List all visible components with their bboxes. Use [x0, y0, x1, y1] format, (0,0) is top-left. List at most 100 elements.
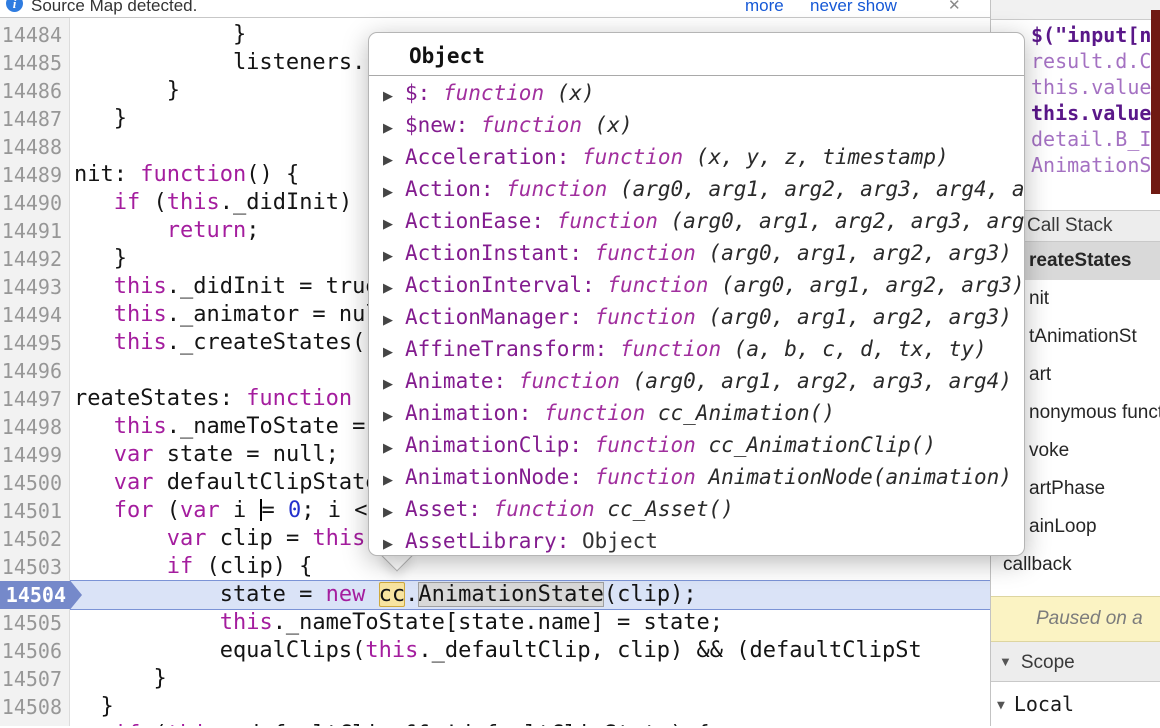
code-segment: this [113, 274, 167, 299]
scope-local-row[interactable]: ▼ Local [991, 682, 1160, 726]
line-number[interactable]: 14495 [0, 329, 70, 357]
function-keyword: function [594, 241, 709, 265]
line-number[interactable]: 14485 [0, 49, 70, 77]
code-text: if (clip) { [70, 553, 990, 581]
chevron-right-icon[interactable]: ▶ [383, 304, 405, 333]
code-line[interactable]: 14504 state = new cc.AnimationState(clip… [0, 581, 990, 609]
property-name: AnimationClip: [405, 433, 595, 457]
code-segment: var [166, 526, 207, 551]
code-text: } [70, 693, 990, 721]
line-number[interactable]: 14489 [0, 161, 70, 189]
object-property-row[interactable]: ▶ AffineTransform: function (a, b, c, d, … [369, 333, 1024, 365]
chevron-right-icon[interactable]: ▶ [383, 112, 405, 141]
object-property-row[interactable]: ▶ ActionInterval: function (arg0, arg1, a… [369, 269, 1024, 301]
object-property-row[interactable]: ▶ AssetLibrary: Object [369, 525, 1024, 555]
chevron-right-icon[interactable]: ▶ [383, 80, 405, 109]
object-property-row[interactable]: ▶ $: function (x) [369, 77, 1024, 109]
scope-section-header[interactable]: ▼ Scope [991, 642, 1160, 682]
function-signature: (x) [594, 113, 633, 137]
code-line[interactable]: 14509 if (this._defaultClip && !defaultC… [0, 721, 990, 726]
source-map-notification-bar: i Source Map detected. more never show ✕ [0, 0, 990, 18]
chevron-right-icon[interactable]: ▶ [383, 336, 405, 365]
code-segment: } [74, 694, 114, 719]
chevron-right-icon[interactable]: ▶ [383, 496, 405, 525]
code-segment: for [113, 498, 154, 523]
object-property-row[interactable]: ▶ $new: function (x) [369, 109, 1024, 141]
property-name: ActionInterval: [405, 273, 608, 297]
line-number[interactable]: 14488 [0, 133, 70, 161]
chevron-right-icon[interactable]: ▶ [383, 368, 405, 397]
line-number[interactable]: 14506 [0, 637, 70, 665]
code-segment: ._defaultClip && !defaultClipState) { [220, 722, 710, 726]
code-segment: this [167, 722, 220, 726]
line-number[interactable]: 14491 [0, 217, 70, 245]
line-number[interactable]: 14500 [0, 469, 70, 497]
object-property-row[interactable]: ▶ Animation: function cc_Animation() [369, 397, 1024, 429]
code-line[interactable]: 14507 } [0, 665, 990, 693]
code-line[interactable]: 14506 equalClips(this._defaultClip, clip… [0, 637, 990, 665]
line-number[interactable]: 14498 [0, 413, 70, 441]
line-number[interactable]: 14492 [0, 245, 70, 273]
code-segment: this [113, 414, 167, 439]
scope-header-label: Scope [1020, 652, 1075, 673]
code-line[interactable]: 14503 if (clip) { [0, 553, 990, 581]
chevron-right-icon[interactable]: ▶ [383, 176, 405, 205]
chevron-right-icon[interactable]: ▶ [383, 272, 405, 301]
code-segment: this [219, 610, 273, 635]
code-line[interactable]: 14505 this._nameToState[state.name] = st… [0, 609, 990, 637]
code-segment: if [166, 554, 194, 579]
chevron-right-icon[interactable]: ▶ [383, 240, 405, 269]
function-keyword: function [544, 401, 658, 425]
line-number[interactable]: 14490 [0, 189, 70, 217]
code-segment: function [246, 386, 353, 411]
object-property-row[interactable]: ▶ Action: function (arg0, arg1, arg2, arg… [369, 173, 1024, 205]
never-show-link[interactable]: never show [810, 0, 897, 17]
chevron-right-icon[interactable]: ▶ [383, 208, 405, 237]
chevron-right-icon[interactable]: ▶ [383, 400, 405, 429]
line-number[interactable]: 14496 [0, 357, 70, 385]
object-preview-popup: Object ▶ $: function (x) ▶ $new: function (… [368, 32, 1025, 572]
line-number[interactable]: 14494 [0, 301, 70, 329]
object-property-row[interactable]: ▶ ActionEase: function (arg0, arg1, arg2,… [369, 205, 1024, 237]
chevron-right-icon[interactable]: ▶ [383, 528, 405, 555]
line-number[interactable]: 14503 [0, 553, 70, 581]
function-signature: (a, b, c, d, tx, ty) [733, 337, 987, 361]
object-property-row[interactable]: ▶ ActionManager: function (arg0, arg1, ar… [369, 301, 1024, 333]
property-name: AffineTransform: [405, 337, 620, 361]
line-number[interactable]: 14502 [0, 525, 70, 553]
object-property-row[interactable]: ▶ Acceleration: function (x, y, z, timest… [369, 141, 1024, 173]
more-link[interactable]: more [745, 0, 784, 17]
execution-line-badge[interactable]: 14504 [0, 581, 82, 609]
chevron-right-icon[interactable]: ▶ [383, 432, 405, 461]
object-property-row[interactable]: ▶ Asset: function cc_Asset() [369, 493, 1024, 525]
line-number[interactable]: 14486 [0, 77, 70, 105]
line-number[interactable]: 14507 [0, 665, 70, 693]
object-property-row[interactable]: ▶ Animate: function (arg0, arg1, arg2, ar… [369, 365, 1024, 397]
chevron-right-icon[interactable]: ▶ [383, 464, 405, 493]
line-number[interactable]: 14499 [0, 441, 70, 469]
line-number[interactable]: 14493 [0, 273, 70, 301]
close-icon[interactable]: ✕ [948, 0, 961, 17]
code-line[interactable]: 14508 } [0, 693, 990, 721]
function-keyword: function [480, 113, 595, 137]
function-keyword: function [594, 305, 709, 329]
line-number[interactable]: 14509 [0, 721, 70, 726]
line-number[interactable]: 14505 [0, 609, 70, 637]
line-number[interactable]: 14484 [0, 21, 70, 49]
line-number[interactable]: 14497 [0, 385, 70, 413]
object-property-row[interactable]: ▶ AnimationClip: function cc_AnimationCli… [369, 429, 1024, 461]
object-property-row[interactable]: ▶ AnimationNode: function AnimationNode(a… [369, 461, 1024, 493]
chevron-right-icon[interactable]: ▶ [383, 144, 405, 173]
line-number[interactable]: 14487 [0, 105, 70, 133]
line-number[interactable]: 14508 [0, 693, 70, 721]
function-keyword: function [619, 337, 734, 361]
line-number[interactable]: 14501 [0, 497, 70, 525]
code-segment: listeners. [74, 50, 366, 75]
object-property-row[interactable]: ▶ ActionInstant: function (arg0, arg1, ar… [369, 237, 1024, 269]
